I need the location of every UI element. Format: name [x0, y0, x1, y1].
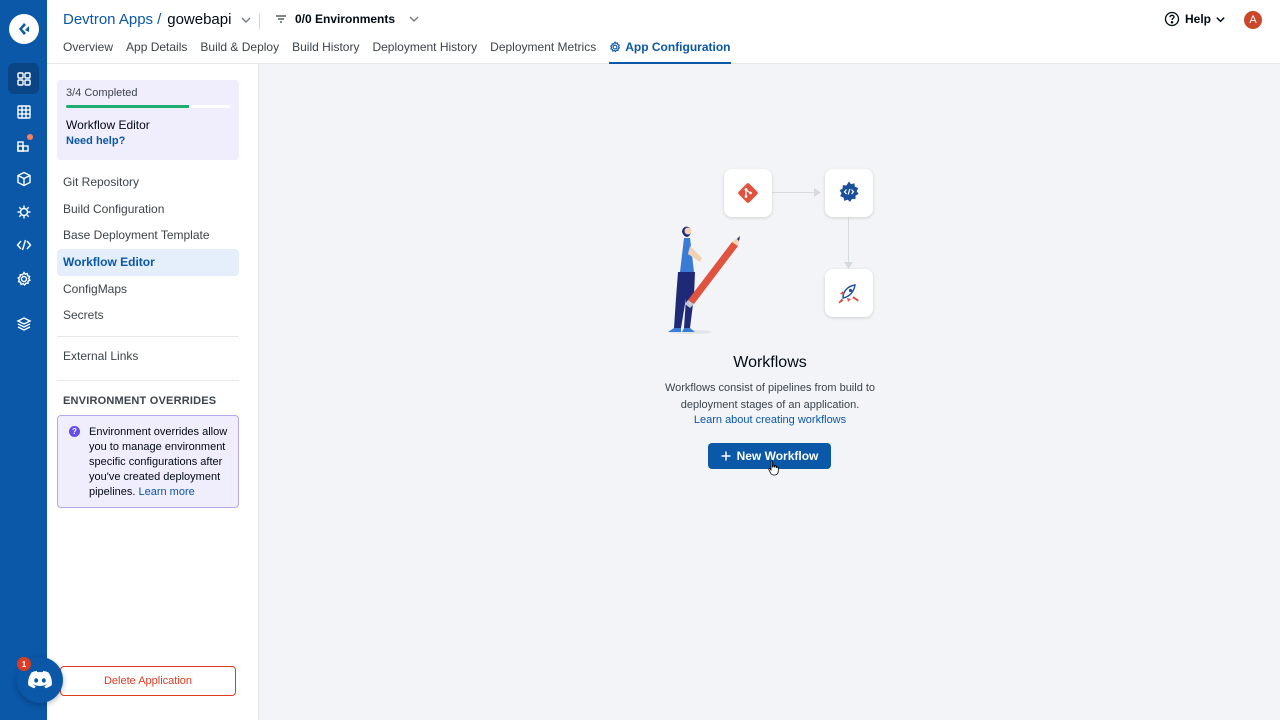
git-node	[724, 169, 772, 217]
person-with-pencil-illustration	[668, 226, 740, 334]
chevron-down-icon[interactable]	[240, 14, 252, 26]
tab-deployment-metrics[interactable]: Deployment Metrics	[490, 40, 596, 64]
sidebar-item-build-configuration[interactable]: Build Configuration	[57, 196, 239, 223]
sidebar-item-git-repository[interactable]: Git Repository	[57, 169, 239, 196]
deploy-node	[825, 269, 873, 317]
app-tabs: Overview App Details Build & Deploy Buil…	[63, 40, 744, 64]
sidebar-divider	[57, 336, 239, 337]
git-icon	[738, 183, 758, 203]
need-help-link[interactable]: Need help?	[66, 135, 125, 147]
plus-icon	[721, 451, 731, 461]
gear-icon	[610, 41, 621, 53]
sidebar-item-workflow-editor[interactable]: Workflow Editor	[57, 249, 239, 276]
notification-dot	[27, 134, 33, 140]
environment-overrides-heading: ENVIRONMENT OVERRIDES	[63, 395, 217, 407]
workflow-empty-state: Workflows Workflows consist of pipelines…	[260, 64, 1280, 720]
settings-gear-icon[interactable]	[8, 263, 39, 294]
tab-deployment-history[interactable]: Deployment History	[372, 40, 477, 64]
filter-icon	[276, 15, 286, 23]
help-menu[interactable]: Help	[1164, 11, 1226, 27]
learn-workflows-link: Learn about creating workflows	[260, 414, 1280, 426]
progress-fill	[66, 105, 189, 108]
chevron-down-icon	[409, 16, 419, 22]
environment-filter-label: 0/0 Environments	[295, 12, 396, 26]
tab-overview[interactable]: Overview	[63, 40, 113, 64]
sidebar-item-secrets[interactable]: Secrets	[57, 302, 239, 329]
stack-icon[interactable]	[8, 308, 39, 339]
cube-icon[interactable]	[8, 163, 39, 194]
question-icon: ?	[69, 426, 80, 437]
sidebar-item-configmaps[interactable]: ConfigMaps	[57, 276, 239, 303]
apps-grid-icon[interactable]	[8, 63, 39, 94]
devtron-logo-icon[interactable]	[9, 14, 39, 44]
tab-build-deploy[interactable]: Build & Deploy	[200, 40, 279, 64]
config-sidebar: 3/4 Completed Workflow Editor Need help?…	[47, 64, 259, 720]
help-label: Help	[1184, 12, 1211, 26]
left-nav-rail	[0, 0, 47, 720]
empty-state-title: Workflows	[733, 354, 807, 371]
arrow-right-icon	[814, 188, 821, 197]
charts-icon[interactable]	[8, 129, 39, 160]
app-name: gowebapi	[167, 11, 232, 28]
header-divider	[259, 13, 260, 29]
discord-icon	[28, 670, 52, 689]
empty-state-description: Workflows consist of pipelines from buil…	[664, 382, 876, 411]
environment-filter[interactable]: 0/0 Environments	[275, 12, 428, 26]
learn-workflows-link-text[interactable]: Learn about creating workflows	[694, 414, 846, 426]
progress-card: 3/4 Completed Workflow Editor Need help?	[57, 80, 239, 160]
breadcrumb-devtron-apps[interactable]: Devtron Apps	[63, 11, 153, 28]
environment-overrides-info: ? Environment overrides allow you to man…	[57, 415, 239, 508]
breadcrumb: Devtron Apps / gowebapi	[63, 11, 252, 28]
user-avatar[interactable]: A	[1244, 11, 1262, 29]
tab-build-history[interactable]: Build History	[292, 40, 359, 64]
help-circle-icon	[1164, 11, 1180, 27]
page-header: Devtron Apps / gowebapi 0/0 Environments…	[47, 0, 1280, 64]
sidebar-item-external-links[interactable]: External Links	[63, 349, 138, 363]
config-nav-list: Git Repository Build Configuration Base …	[57, 169, 239, 329]
learn-more-link[interactable]: Learn more	[138, 486, 194, 498]
hand-cursor-icon	[768, 460, 779, 476]
build-gear-icon	[839, 181, 859, 202]
build-node	[825, 169, 873, 217]
deploy-rocket-icon	[838, 284, 859, 304]
flow-connector	[772, 192, 818, 193]
tab-app-details[interactable]: App Details	[126, 40, 187, 64]
code-icon[interactable]	[8, 229, 39, 260]
discord-notification-badge: 1	[17, 657, 31, 671]
tab-app-configuration[interactable]: App Configuration	[609, 40, 731, 64]
environment-overrides-text: Environment overrides allow you to manag…	[89, 426, 228, 498]
chevron-down-icon	[1216, 16, 1225, 22]
sidebar-divider	[57, 380, 239, 381]
progress-text: 3/4 Completed	[66, 87, 138, 99]
delete-application-button[interactable]: Delete Application	[60, 666, 236, 696]
progress-bar	[66, 105, 230, 108]
progress-title: Workflow Editor	[66, 118, 150, 132]
resource-browser-icon[interactable]	[8, 96, 39, 127]
breadcrumb-separator: /	[157, 11, 162, 28]
bug-icon[interactable]	[8, 196, 39, 227]
sidebar-item-base-deployment-template[interactable]: Base Deployment Template	[57, 222, 239, 249]
flow-connector	[848, 218, 849, 266]
